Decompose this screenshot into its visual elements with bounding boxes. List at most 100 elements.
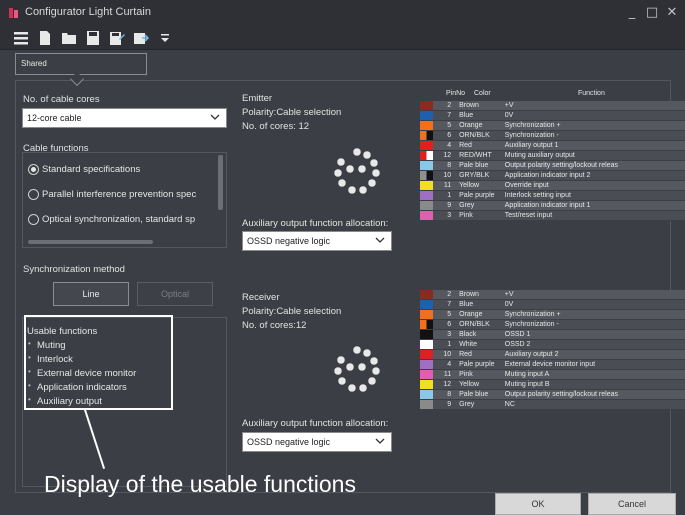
- pin-function: Interlock setting input: [502, 190, 685, 201]
- radio-unselected-icon: [28, 189, 39, 200]
- title-bar: Configurator Light Curtain _ □ ✕: [0, 0, 685, 26]
- pin-row: 1 White OSSD 2: [420, 339, 685, 350]
- pin-row: 2 Brown +V: [420, 101, 685, 111]
- pin-function: Auxiliary output 2: [502, 349, 685, 360]
- radio-unselected-icon: [28, 214, 39, 225]
- configurator-window: Configurator Light Curtain _ □ ✕ Shared: [0, 0, 685, 515]
- radio-label: Standard specifications: [42, 164, 141, 175]
- color-swatch: [420, 329, 434, 340]
- wire-color: Brown: [457, 290, 503, 300]
- ok-button[interactable]: OK: [495, 493, 581, 515]
- color-swatch: [420, 210, 434, 221]
- pin-number: 3: [433, 210, 458, 221]
- pin-number: 12: [433, 379, 458, 390]
- pin-number: 1: [433, 190, 458, 201]
- receiver-title: Receiver: [242, 292, 280, 303]
- pin-row: 6 ORN/BLK Synchronization -: [420, 319, 685, 330]
- pin-number: 6: [433, 319, 458, 330]
- wire-color: Orange: [457, 120, 503, 131]
- wire-color: GRY/BLK: [457, 170, 503, 181]
- save-as-icon[interactable]: [108, 29, 126, 47]
- pin-function: Synchronization -: [502, 130, 685, 141]
- pin-function: External device monitor input: [502, 359, 685, 370]
- color-swatch: [420, 290, 434, 300]
- receiver-aux-select[interactable]: OSSD negative logic: [242, 432, 392, 452]
- pin-function: Application indicator input 2: [502, 170, 685, 181]
- pin-number: 7: [433, 299, 458, 310]
- color-swatch: [420, 101, 434, 111]
- pin-function: +V: [502, 290, 685, 300]
- emitter-cores: No. of cores: 12: [242, 121, 310, 132]
- wire-color: Grey: [457, 200, 503, 211]
- pin-row: 8 Pale blue Output polarity setting/lockou…: [420, 389, 685, 400]
- pin-number: 11: [433, 180, 458, 191]
- pin-row: 7 Blue 0V: [420, 299, 685, 310]
- emitter-aux-select[interactable]: OSSD negative logic: [242, 231, 392, 251]
- pin-function: OSSD 2: [502, 339, 685, 350]
- callout-highlight-box: [24, 315, 173, 410]
- pin-row: 11 Pink Muting input A: [420, 369, 685, 380]
- emitter-polarity: Polarity:Cable selection: [242, 107, 342, 118]
- chevron-down-icon: [375, 438, 385, 444]
- emitter-connector-icon: [333, 147, 381, 195]
- new-file-icon[interactable]: [36, 29, 54, 47]
- maximize-button[interactable]: □: [643, 4, 661, 22]
- wire-color: White: [457, 339, 503, 350]
- pin-row: 11 Yellow Override input: [420, 180, 685, 191]
- vertical-scrollbar[interactable]: [218, 155, 223, 210]
- emitter-pin-table: 2 Brown +V 7 Blue 0V 5 Orange Synchronization +6…: [420, 101, 685, 221]
- pin-function: Output polarity setting/lockout releas: [502, 389, 685, 400]
- color-swatch: [420, 150, 434, 161]
- pin-function: Synchronization +: [502, 120, 685, 131]
- cable-cores-label: No. of cable cores: [23, 94, 100, 105]
- menu-icon[interactable]: [12, 29, 30, 47]
- wire-color: RED/WHT: [457, 150, 503, 161]
- pin-row: 7 Blue 0V: [420, 110, 685, 121]
- dropdown-icon[interactable]: [156, 29, 174, 47]
- pin-function: Synchronization +: [502, 309, 685, 320]
- wire-color: Pale purple: [457, 190, 503, 201]
- cable-cores-select[interactable]: 12-core cable: [22, 108, 227, 128]
- wire-color: Red: [457, 349, 503, 360]
- pin-number: 8: [433, 160, 458, 171]
- emitter-aux-label: Auxiliary output function allocation:: [242, 218, 389, 229]
- wire-color: ORN/BLK: [457, 130, 503, 141]
- function-header: Function: [578, 90, 605, 97]
- wire-color: Grey: [457, 399, 503, 410]
- sync-optical-button[interactable]: Optical: [137, 282, 213, 306]
- color-swatch: [420, 120, 434, 131]
- save-icon[interactable]: [84, 29, 102, 47]
- pin-header: PinNo: [446, 90, 466, 97]
- pin-function: NC: [502, 399, 685, 410]
- color-swatch: [420, 190, 434, 201]
- minimize-button[interactable]: _: [623, 4, 641, 22]
- wire-color: Yellow: [457, 379, 503, 390]
- pin-function: Synchronization -: [502, 319, 685, 330]
- color-swatch: [420, 369, 434, 380]
- pin-row: 10 Red Auxiliary output 2: [420, 349, 685, 360]
- open-folder-icon[interactable]: [60, 29, 78, 47]
- emitter-aux-value: OSSD negative logic: [247, 236, 331, 246]
- export-icon[interactable]: [132, 29, 150, 47]
- color-swatch: [420, 389, 434, 400]
- pin-number: 12: [433, 150, 458, 161]
- tab-shared[interactable]: Shared: [15, 53, 147, 75]
- pin-number: 10: [433, 170, 458, 181]
- pin-function: Output polarity setting/lockout releas: [502, 160, 685, 171]
- pin-row: 1 Pale purple Interlock setting input: [420, 190, 685, 201]
- sync-line-button[interactable]: Line: [53, 282, 129, 306]
- wire-color: Yellow: [457, 180, 503, 191]
- wire-color: Red: [457, 140, 503, 151]
- color-swatch: [420, 140, 434, 151]
- color-swatch: [420, 130, 434, 141]
- pin-function: Muting auxiliary output: [502, 150, 685, 161]
- wire-color: Brown: [457, 101, 503, 111]
- cancel-button[interactable]: Cancel: [588, 493, 676, 515]
- pin-row: 8 Pale blue Output polarity setting/lockou…: [420, 160, 685, 171]
- color-swatch: [420, 110, 434, 121]
- close-button[interactable]: ✕: [663, 4, 681, 22]
- horizontal-scrollbar[interactable]: [28, 240, 153, 244]
- pin-function: 0V: [502, 299, 685, 310]
- wire-color: Pink: [457, 369, 503, 380]
- receiver-polarity: Polarity:Cable selection: [242, 306, 342, 317]
